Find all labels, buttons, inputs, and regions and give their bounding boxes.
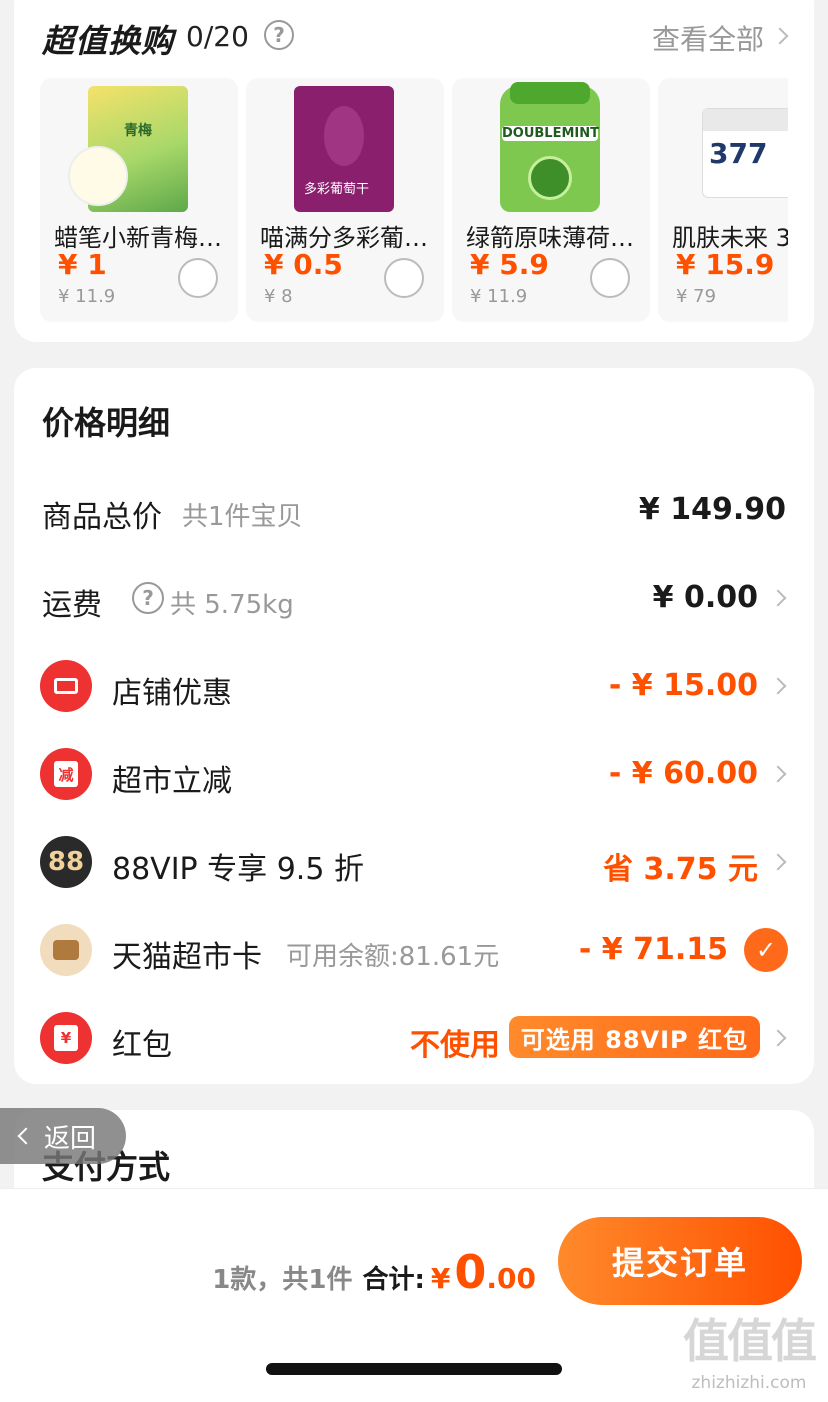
card-icon [40, 924, 92, 976]
shipping-weight: 共 5.75kg [170, 590, 294, 620]
red-packet-icon: ¥ [40, 1012, 92, 1064]
item-count: 1款，共1件 [212, 1265, 353, 1295]
shop-discount-row[interactable]: 店铺优惠 - ¥ 15.00 [14, 646, 814, 726]
coupon-icon [40, 660, 92, 712]
market-card-value: - ¥ 71.15 [578, 932, 728, 967]
back-button[interactable]: 返回 [0, 1108, 126, 1164]
product-card[interactable]: 多彩葡萄干 喵满分多彩葡… ¥ 0.5 ¥ 8 [246, 78, 444, 322]
chevron-right-icon [769, 853, 787, 871]
product-image: DOUBLEMINT [500, 82, 600, 212]
red-packet-status: 不使用 [410, 1028, 500, 1063]
total-integer: 0 [454, 1245, 487, 1299]
goods-total-row: 商品总价 共1件宝贝 ¥ 149.90 [14, 470, 814, 550]
chevron-right-icon [769, 765, 787, 783]
market-cut-row[interactable]: 减 超市立减 - ¥ 60.00 [14, 734, 814, 814]
shop-discount-label: 店铺优惠 [112, 676, 232, 711]
chevron-left-icon [17, 1127, 35, 1145]
shop-discount-value: - ¥ 15.00 [608, 668, 758, 703]
red-packet-row[interactable]: ¥ 红包 不使用 可选用 88VIP 红包 [14, 998, 814, 1078]
chevron-right-icon [771, 27, 789, 45]
vip-icon: 88 [40, 836, 92, 888]
checkout-bar: 1款，共1件 合计: ¥ 0 .00 提交订单 值值值 zhizhizhi.co… [0, 1188, 828, 1402]
product-card[interactable]: DOUBLEMINT 绿箭原味薄荷… ¥ 5.9 ¥ 11.9 [452, 78, 650, 322]
product-image: 377 [702, 108, 788, 198]
market-cut-label: 超市立减 [112, 764, 232, 799]
product-card[interactable]: 377 肌肤未来 3 ¥ 15.9 ¥ 79 [658, 78, 788, 322]
product-price: ¥ 15.9 [676, 248, 775, 281]
goods-total-label: 商品总价 [42, 500, 162, 535]
shipping-value: ¥ 0.00 [652, 580, 758, 615]
product-price: ¥ 5.9 [470, 248, 549, 281]
product-image-text: 青梅 [124, 123, 152, 139]
market-card-balance: 可用余额:81.61元 [286, 942, 500, 972]
goods-count: 共1件宝贝 [182, 502, 303, 532]
product-select-checkbox[interactable] [178, 258, 218, 298]
exchange-count: 0/20 [186, 20, 249, 53]
discount-icon: 减 [40, 748, 92, 800]
market-card-row[interactable]: 天猫超市卡 可用余额:81.61元 - ¥ 71.15 ✓ [14, 910, 814, 990]
vip-discount-label: 88VIP 专享 9.5 折 [112, 852, 364, 887]
product-image-text: 多彩葡萄干 [304, 182, 370, 197]
vip-red-packet-badge[interactable]: 可选用 88VIP 红包 [508, 1016, 760, 1058]
currency-symbol: ¥ [430, 1262, 451, 1295]
shipping-row[interactable]: 运费 ? 共 5.75kg ¥ 0.00 [14, 558, 814, 638]
shipping-label: 运费 [42, 588, 102, 623]
exchange-card: 超值换购 0/20 ? 查看全部 青梅 蜡笔小新青梅… ¥ 1 ¥ 11.9 多… [14, 0, 814, 342]
total-decimal: .00 [486, 1262, 536, 1295]
watermark-url: zhizhizhi.com [691, 1373, 807, 1393]
product-select-checkbox[interactable] [384, 258, 424, 298]
chevron-right-icon [769, 1029, 787, 1047]
product-select-checkbox[interactable] [590, 258, 630, 298]
product-price: ¥ 0.5 [264, 248, 343, 281]
market-card-label: 天猫超市卡 [112, 940, 262, 975]
product-original-price: ¥ 8 [264, 286, 293, 307]
back-label: 返回 [44, 1123, 97, 1154]
product-image-text: 377 [709, 137, 768, 170]
chevron-right-icon [769, 677, 787, 695]
exchange-title: 超值换购 [42, 22, 175, 60]
total-label: 合计: [362, 1265, 425, 1295]
vip-discount-row[interactable]: 88 88VIP 专享 9.5 折 省 3.75 元 [14, 822, 814, 902]
product-price: ¥ 1 [58, 248, 107, 281]
help-icon[interactable]: ? [264, 20, 294, 50]
product-card[interactable]: 青梅 蜡笔小新青梅… ¥ 1 ¥ 11.9 [40, 78, 238, 322]
price-detail-card: 价格明细 商品总价 共1件宝贝 ¥ 149.90 运费 ? 共 5.75kg ¥… [14, 368, 814, 1084]
watermark: 值值值 zhizhizhi.com [676, 1305, 822, 1393]
help-icon[interactable]: ? [132, 582, 164, 614]
market-cut-value: - ¥ 60.00 [608, 756, 758, 791]
product-original-price: ¥ 11.9 [58, 286, 116, 307]
watermark-logo: 值值值 [683, 1314, 817, 1368]
product-image-text: DOUBLEMINT [502, 126, 599, 141]
red-packet-label: 红包 [112, 1028, 172, 1063]
vip-discount-value: 省 3.75 元 [603, 852, 758, 887]
goods-total-value: ¥ 149.90 [638, 492, 786, 527]
view-all-link[interactable]: 查看全部 [652, 18, 764, 58]
order-summary: 1款，共1件 合计: ¥ 0 .00 [212, 1245, 536, 1299]
submit-order-button[interactable]: 提交订单 [558, 1217, 802, 1305]
product-image: 青梅 [68, 86, 188, 212]
product-original-price: ¥ 11.9 [470, 286, 528, 307]
chevron-right-icon [769, 589, 787, 607]
home-indicator[interactable] [266, 1363, 562, 1375]
checkmark-icon[interactable]: ✓ [744, 928, 788, 972]
product-image: 多彩葡萄干 [294, 86, 394, 212]
product-carousel[interactable]: 青梅 蜡笔小新青梅… ¥ 1 ¥ 11.9 多彩葡萄干 喵满分多彩葡… ¥ 0.… [40, 78, 788, 322]
price-detail-title: 价格明细 [42, 404, 171, 442]
product-original-price: ¥ 79 [676, 286, 717, 307]
